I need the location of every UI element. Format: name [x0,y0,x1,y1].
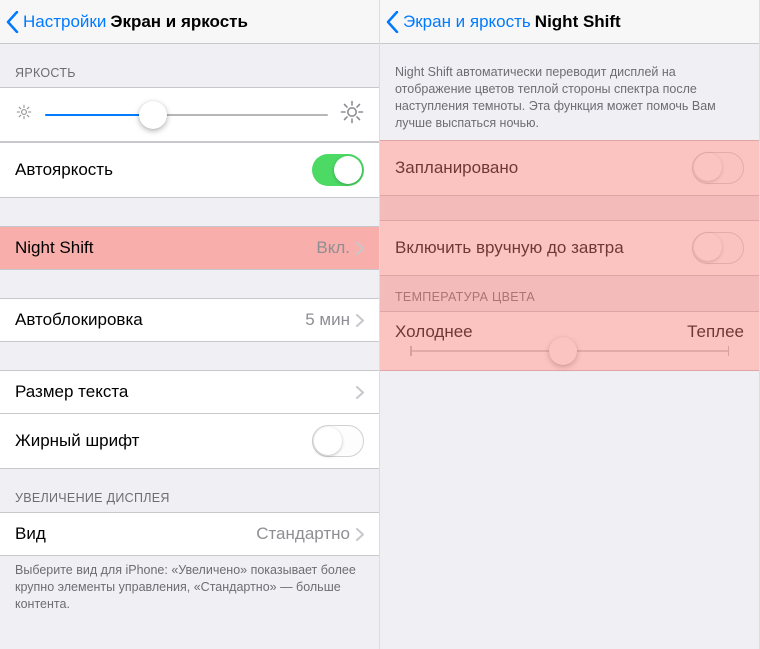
screen-night-shift: Экран и яркость Night Shift Night Shift … [380,0,760,649]
back-label: Экран и яркость [403,12,531,32]
zoom-header: УВЕЛИЧЕНИЕ ДИСПЛЕЯ [0,469,379,512]
zoom-label: Вид [15,524,46,544]
scheduled-label: Запланировано [395,158,518,178]
night-shift-value: Вкл. [316,238,350,258]
bold-text-label: Жирный шрифт [15,431,139,451]
auto-lock-value: 5 мин [305,310,350,330]
auto-brightness-row: Автояркость [0,142,379,198]
sun-big-icon [340,100,364,129]
screen-display-brightness: Настройки Экран и яркость ЯРКОСТЬ Автояр… [0,0,380,649]
back-button[interactable]: Экран и яркость [386,11,531,33]
brightness-slider-row [0,87,379,142]
page-title: Экран и яркость [110,12,248,32]
chevron-right-icon [356,386,364,399]
navbar: Настройки Экран и яркость [0,0,379,44]
chevron-left-icon [6,11,19,33]
brightness-header: ЯРКОСТЬ [0,44,379,87]
auto-brightness-label: Автояркость [15,160,113,180]
back-label: Настройки [23,12,106,32]
temperature-slider[interactable] [410,350,729,352]
text-size-label: Размер текста [15,382,128,402]
night-shift-label: Night Shift [15,238,93,258]
page-title: Night Shift [535,12,621,32]
bold-text-toggle[interactable] [312,425,364,457]
chevron-right-icon [356,528,364,541]
auto-lock-label: Автоблокировка [15,310,143,330]
brightness-slider[interactable] [45,114,328,116]
zoom-value: Стандартно [256,524,350,544]
temperature-warm-label: Теплее [687,322,744,342]
chevron-right-icon [356,314,364,327]
back-button[interactable]: Настройки [6,11,106,33]
night-shift-intro: Night Shift автоматически переводит дисп… [380,44,759,140]
auto-brightness-toggle[interactable] [312,154,364,186]
manual-enable-label: Включить вручную до завтра [395,238,624,258]
scheduled-toggle[interactable] [692,152,744,184]
navbar: Экран и яркость Night Shift [380,0,759,44]
chevron-left-icon [386,11,399,33]
temperature-header: ТЕМПЕРАТУРА ЦВЕТА [380,276,759,311]
manual-enable-row: Включить вручную до завтра [380,220,759,276]
scheduled-row: Запланировано [380,140,759,196]
night-shift-row[interactable]: Night Shift Вкл. [0,226,379,270]
manual-enable-toggle[interactable] [692,232,744,264]
zoom-footer: Выберите вид для iPhone: «Увеличено» пок… [0,556,379,621]
auto-lock-row[interactable]: Автоблокировка 5 мин [0,298,379,342]
sun-small-icon [15,103,33,126]
temperature-cold-label: Холоднее [395,322,473,342]
zoom-row[interactable]: Вид Стандартно [0,512,379,556]
text-size-row[interactable]: Размер текста [0,370,379,414]
bold-text-row: Жирный шрифт [0,414,379,469]
chevron-right-icon [356,242,364,255]
